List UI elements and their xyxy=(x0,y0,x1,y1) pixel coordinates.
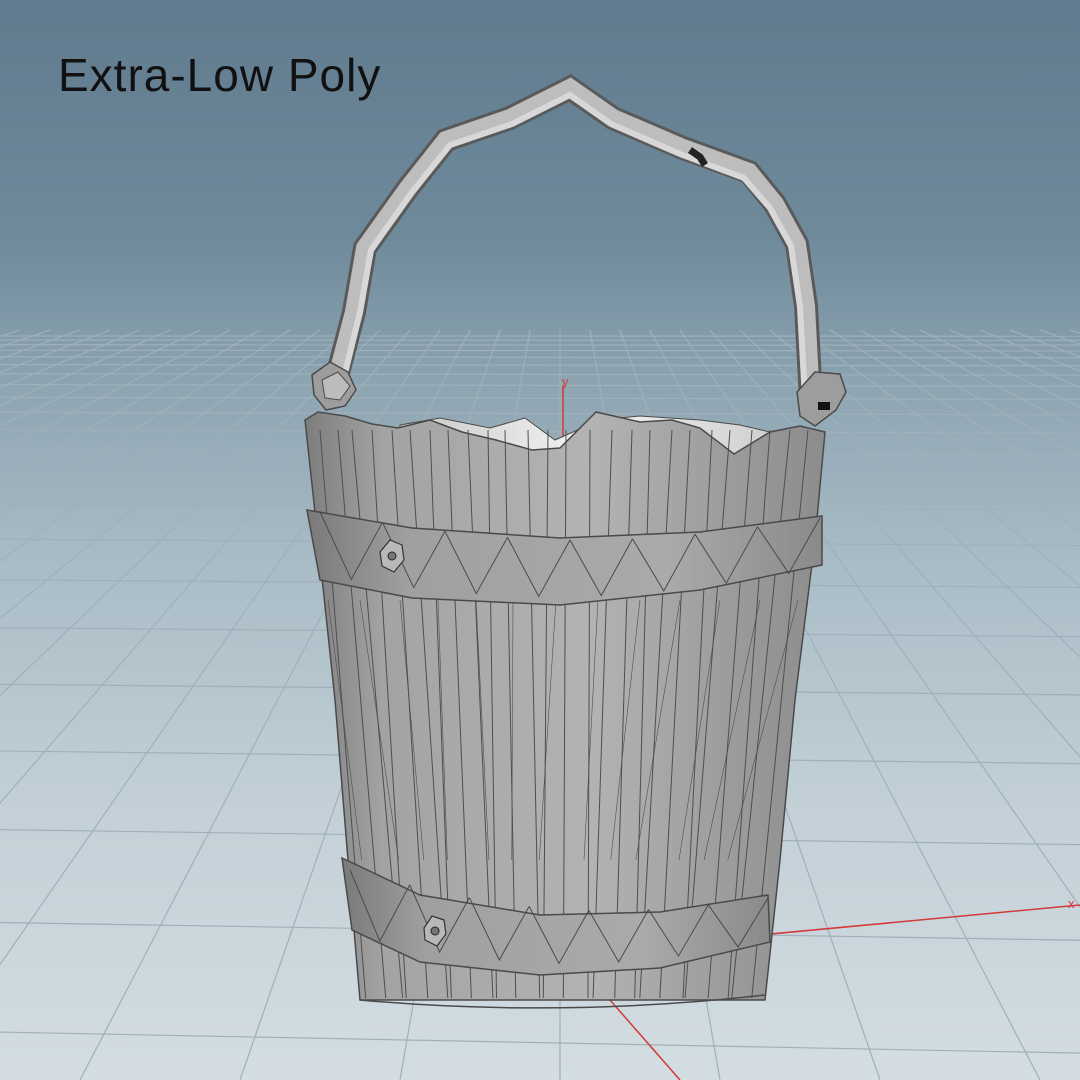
x-axis-label: x xyxy=(1068,896,1075,911)
3d-viewport[interactable]: Extra-Low Poly x y xyxy=(0,0,1080,1080)
scene-canvas: x y xyxy=(0,74,1080,1080)
bucket-model[interactable] xyxy=(304,74,847,1009)
z-axis-line xyxy=(609,999,681,1080)
x-axis-line xyxy=(759,904,1080,936)
y-axis-label: y xyxy=(562,374,569,389)
bucket-handle xyxy=(321,74,823,401)
